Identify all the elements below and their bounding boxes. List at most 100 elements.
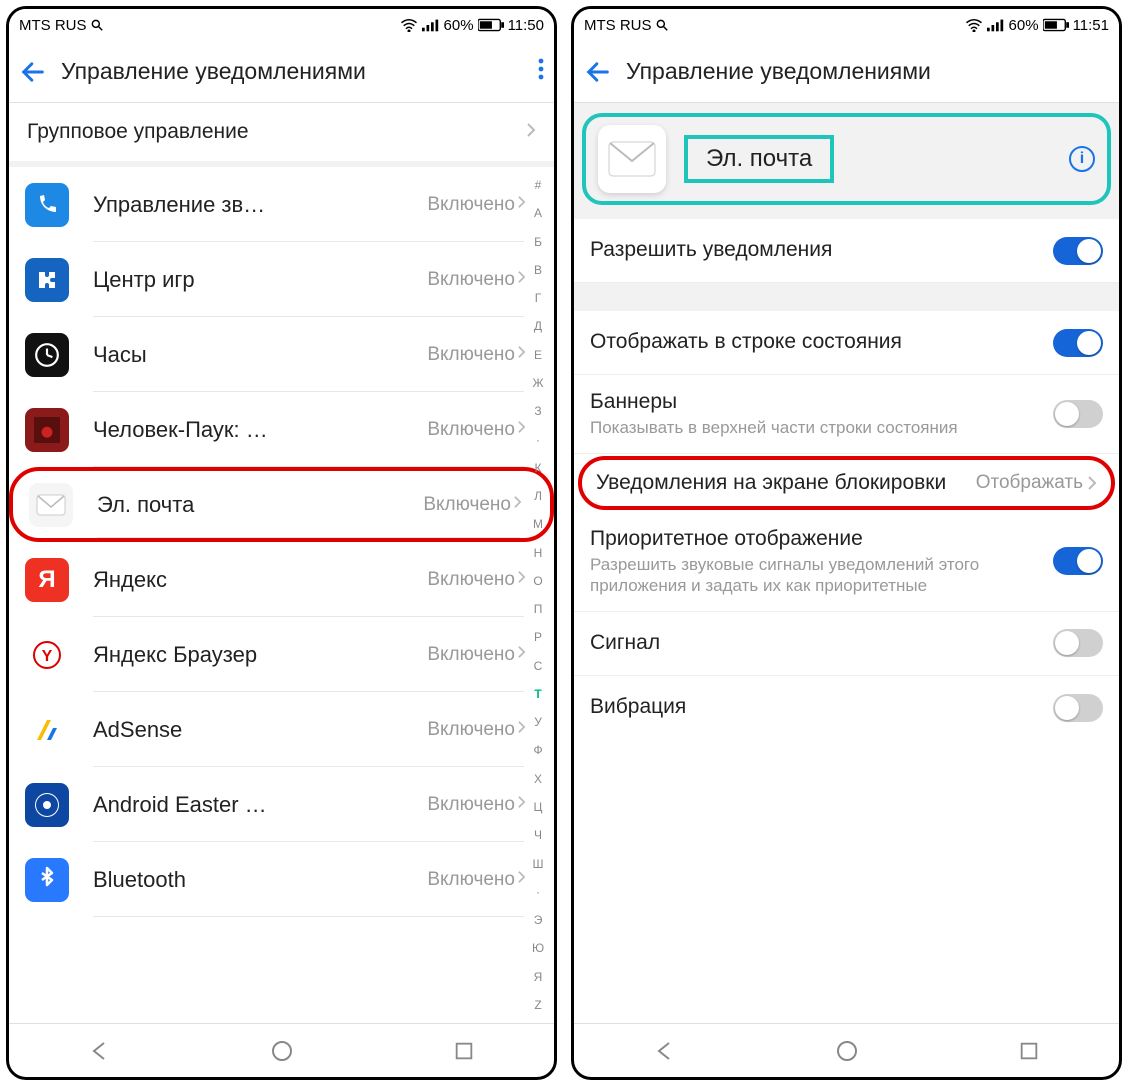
alpha-index-letter[interactable]: Б [528, 235, 548, 249]
more-icon[interactable] [538, 58, 544, 86]
app-name-label: AdSense [93, 717, 427, 743]
battery-icon [1043, 18, 1069, 32]
nav-recent-icon[interactable] [453, 1040, 475, 1062]
alpha-index-letter[interactable]: Z [528, 998, 548, 1012]
vibration-toggle[interactable] [1053, 694, 1103, 722]
alpha-index-letter[interactable]: Е [528, 348, 548, 362]
alpha-index-letter[interactable]: А [528, 206, 548, 220]
alpha-index-letter[interactable]: У [528, 715, 548, 729]
alpha-index-letter[interactable]: Ш [528, 857, 548, 871]
alpha-index-letter[interactable]: Т [528, 687, 548, 701]
statusbar-toggle[interactable] [1053, 329, 1103, 357]
sound-toggle[interactable] [1053, 629, 1103, 657]
alpha-index-letter[interactable]: В [528, 263, 548, 277]
app-row-0[interactable]: Управление зв…Включено [9, 167, 554, 242]
app-icon [25, 258, 69, 302]
carrier-label: MTS RUS [19, 17, 87, 34]
back-icon[interactable] [19, 58, 47, 86]
sound-label: Сигнал [590, 630, 1041, 656]
chevron-right-icon [517, 570, 526, 589]
app-row-2[interactable]: ЧасыВключено [9, 317, 554, 392]
app-list[interactable]: Управление зв…ВключеноЦентр игрВключеноЧ… [9, 167, 554, 1023]
app-status-label: Включено [427, 419, 515, 441]
header: Управление уведомлениями [574, 41, 1119, 103]
alpha-index-letter[interactable]: П [528, 602, 548, 616]
priority-toggle[interactable] [1053, 547, 1103, 575]
alpha-index-letter[interactable]: К [528, 461, 548, 475]
priority-row[interactable]: Приоритетное отображение Разрешить звуко… [574, 512, 1119, 612]
app-icon [29, 483, 73, 527]
alpha-index-letter[interactable]: С [528, 659, 548, 673]
alpha-index-letter[interactable]: Р [528, 630, 548, 644]
app-row-9[interactable]: BluetoothВключено [9, 842, 554, 917]
banners-toggle[interactable] [1053, 400, 1103, 428]
alpha-index-letter[interactable]: # [528, 178, 548, 192]
nav-bar [574, 1023, 1119, 1077]
alpha-index-letter[interactable]: Ю [528, 941, 548, 955]
lockscreen-row[interactable]: Уведомления на экране блокировки Отображ… [578, 456, 1115, 510]
wifi-icon [965, 18, 983, 32]
allow-notifications-row[interactable]: Разрешить уведомления [574, 219, 1119, 283]
app-name-label: Яндекс [93, 567, 427, 593]
alpha-index-letter[interactable]: М [528, 517, 548, 531]
app-row-8[interactable]: Android Easter …Включено [9, 767, 554, 842]
alpha-index-letter[interactable]: · [528, 885, 548, 899]
app-row-3[interactable]: Человек-Паук: …Включено [9, 392, 554, 467]
chevron-right-icon [517, 270, 526, 289]
alpha-index-letter[interactable]: Ц [528, 800, 548, 814]
app-icon [25, 408, 69, 452]
header: Управление уведомлениями [9, 41, 554, 103]
alpha-index-letter[interactable]: О [528, 574, 548, 588]
app-status-label: Включено [427, 569, 515, 591]
app-name-label: Центр игр [93, 267, 427, 293]
allow-notifications-toggle[interactable] [1053, 237, 1103, 265]
app-status-label: Включено [427, 644, 515, 666]
alpha-index-letter[interactable]: Г [528, 291, 548, 305]
app-row-5[interactable]: Я ЯндексВключено [9, 542, 554, 617]
status-bar: MTS RUS 60% 11:51 [574, 9, 1119, 41]
allow-notifications-label: Разрешить уведомления [590, 237, 1041, 263]
alpha-index-letter[interactable]: Я [528, 970, 548, 984]
statusbar-label: Отображать в строке состояния [590, 329, 1041, 355]
nav-home-icon[interactable] [835, 1039, 859, 1063]
app-row-7[interactable]: AdSenseВключено [9, 692, 554, 767]
nav-home-icon[interactable] [270, 1039, 294, 1063]
alpha-index-letter[interactable]: З [528, 404, 548, 418]
vibration-row[interactable]: Вибрация [574, 676, 1119, 740]
nav-back-icon[interactable] [653, 1039, 677, 1063]
app-row-6[interactable]: YЯндекс БраузерВключено [9, 617, 554, 692]
alpha-index-letter[interactable]: Э [528, 913, 548, 927]
section-gap [574, 283, 1119, 311]
sound-row[interactable]: Сигнал [574, 612, 1119, 676]
battery-pct: 60% [1009, 17, 1039, 34]
app-name-label: Эл. почта [97, 492, 423, 518]
alpha-index-letter[interactable]: Ж [528, 376, 548, 390]
wifi-icon [400, 18, 418, 32]
banners-label: Баннеры [590, 389, 1041, 415]
nav-recent-icon[interactable] [1018, 1040, 1040, 1062]
alpha-index-letter[interactable]: · [528, 433, 548, 447]
alpha-index-letter[interactable]: Ф [528, 743, 548, 757]
back-icon[interactable] [584, 58, 612, 86]
banners-row[interactable]: Баннеры Показывать в верхней части строк… [574, 375, 1119, 454]
alpha-index-letter[interactable]: Н [528, 546, 548, 560]
group-management-row[interactable]: Групповое управление [9, 103, 554, 167]
app-row-4[interactable]: Эл. почтаВключено [9, 467, 554, 542]
alpha-index-letter[interactable]: Х [528, 772, 548, 786]
app-row-1[interactable]: Центр игрВключено [9, 242, 554, 317]
nav-back-icon[interactable] [88, 1039, 112, 1063]
app-name-label: Человек-Паук: … [93, 417, 427, 443]
alpha-index-letter[interactable]: Л [528, 489, 548, 503]
statusbar-row[interactable]: Отображать в строке состояния [574, 311, 1119, 375]
chevron-right-icon [517, 420, 526, 439]
page-title: Управление уведомлениями [626, 58, 1109, 85]
mail-icon [598, 125, 666, 193]
battery-pct: 60% [444, 17, 474, 34]
search-icon [655, 18, 669, 32]
info-icon[interactable]: i [1069, 146, 1095, 172]
alpha-index[interactable]: # А БВГД ЕЖЗ · КЛМ НОПР СТУФ ХЦЧ Ш · ЭЮ ЯZ [528, 167, 548, 1023]
alpha-index-letter[interactable]: Д [528, 319, 548, 333]
app-icon: Я [25, 558, 69, 602]
alpha-index-letter[interactable]: Ч [528, 828, 548, 842]
app-name-label: Часы [93, 342, 427, 368]
